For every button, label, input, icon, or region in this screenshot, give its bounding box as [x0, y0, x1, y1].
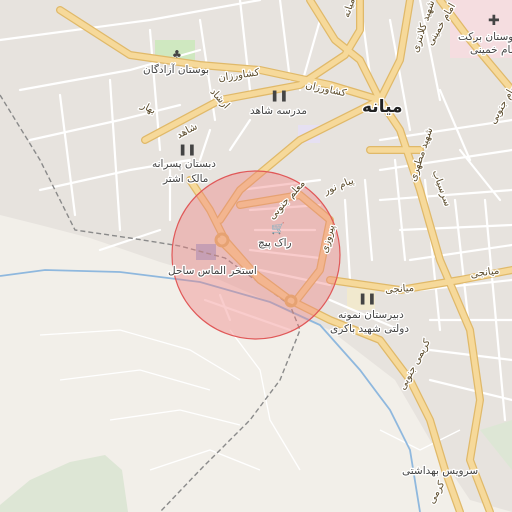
poi-school-nemuneh-2: دولتی شهید باکری — [330, 323, 409, 335]
poi-health-service: سرویس بهداشتی — [402, 465, 478, 477]
park-icon: ♣ — [172, 48, 182, 61]
map-layer: کشاورزان کشاورزان شاهد ارشاد بهار معلم ج… — [0, 0, 512, 512]
school-icon-2: ❚❚ — [178, 143, 196, 156]
search-radius-circle — [171, 170, 341, 340]
poi-school-shahed: مدرسه شاهد — [250, 105, 307, 117]
road-label-miyanaji: میانجی — [385, 283, 415, 296]
poi-park-azadegan: بوستان آزادگان — [143, 63, 209, 76]
poi-school-nemuneh-1: دبیرستان نمونه — [338, 309, 404, 321]
poi-school-malek-ashtar-1: دبستان پسرانه — [152, 158, 216, 170]
city-label: میانه — [362, 97, 403, 117]
poi-hospital-khomeini: امام خمینی — [470, 44, 512, 56]
poi-park-barakat: بوستان برکت — [458, 31, 512, 43]
hospital-cross-icon: ✚ — [488, 13, 500, 29]
school-icon-3: ❚❚ — [358, 292, 376, 305]
poi-pool-almas-sahel: استخر الماس ساحل — [168, 265, 257, 277]
map-canvas[interactable]: کشاورزان کشاورزان شاهد ارشاد بهار معلم ج… — [0, 0, 512, 512]
poi-school-malek-ashtar-2: مالک اشتر — [162, 173, 208, 185]
shop-cart-icon: 🛒 — [271, 222, 285, 235]
poi-rak-pich: راک پیچ — [258, 237, 292, 249]
school-icon: ❚❚ — [270, 89, 288, 102]
